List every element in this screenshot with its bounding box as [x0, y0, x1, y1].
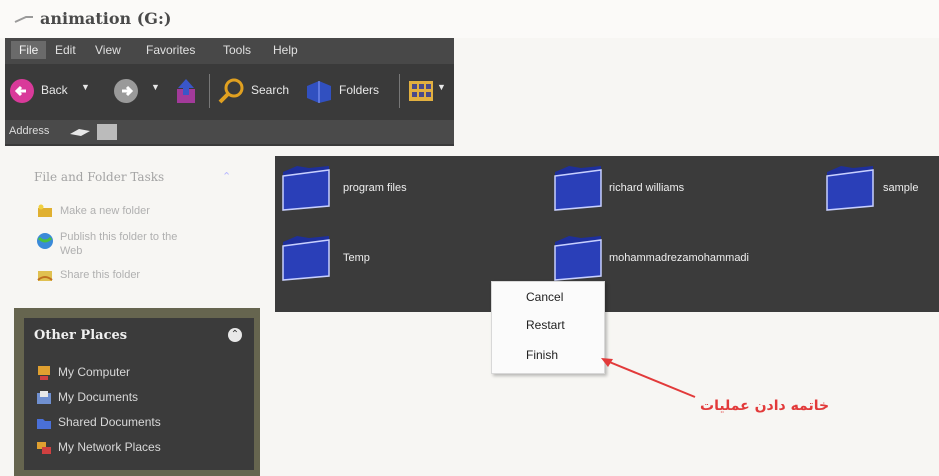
toolbar-area: File Edit View Favorites Tools Help Back… — [5, 38, 454, 146]
place-shared-documents[interactable]: Shared Documents — [36, 414, 236, 432]
place-label: My Network Places — [58, 440, 161, 454]
annotation-arrow — [601, 358, 696, 398]
menu-item-restart[interactable]: Restart — [526, 318, 565, 332]
folders-button[interactable]: Folders — [305, 76, 391, 106]
place-label: My Documents — [58, 390, 139, 404]
folders-label: Folders — [339, 83, 380, 97]
folder-label: richard williams — [609, 182, 685, 194]
task-item-label: Make a new folder — [60, 205, 150, 217]
button-bar: Back ▼ ▼ Search Folders ▼ — [5, 66, 454, 118]
forward-arrow-icon — [114, 79, 138, 103]
title-bar: animation (G:) — [0, 0, 939, 38]
folder-icon — [826, 166, 874, 211]
collapse-button-icon[interactable]: ⌃ — [228, 328, 242, 342]
back-dropdown-icon[interactable]: ▼ — [81, 82, 90, 92]
folder-label: program files — [343, 182, 407, 194]
up-folder-icon[interactable] — [173, 77, 199, 105]
share-folder-icon — [37, 271, 53, 281]
folder-view: program files richard williams sample Te… — [275, 156, 939, 312]
folder-item[interactable]: program files — [281, 162, 481, 216]
new-folder-icon — [38, 204, 52, 217]
place-my-network[interactable]: My Network Places — [36, 439, 236, 457]
globe-icon — [37, 233, 53, 249]
task-item-label: Web — [60, 245, 83, 257]
folder-label: mohammadrezamohammadi — [609, 252, 749, 264]
task-publish-folder[interactable]: Publish this folder to the Web — [36, 230, 236, 260]
folder-item[interactable]: richard williams — [553, 162, 753, 216]
search-label: Search — [251, 83, 290, 97]
folders-icon — [307, 81, 331, 103]
search-icon — [218, 78, 244, 104]
back-label: Back — [41, 83, 68, 97]
drive-icon — [14, 16, 33, 23]
folder-icon — [554, 236, 602, 281]
computer-icon — [38, 366, 50, 380]
back-arrow-icon — [10, 79, 34, 103]
documents-icon — [37, 391, 51, 404]
folder-icon — [282, 166, 330, 211]
folder-icon — [282, 236, 330, 281]
folder-item[interactable]: mohammadrezamohammadi — [553, 232, 813, 286]
place-my-computer[interactable]: My Computer — [36, 364, 236, 382]
folder-icon — [554, 166, 602, 211]
task-item-label: Publish this folder to the — [60, 231, 178, 243]
task-pane-title: File and Folder Tasks — [34, 170, 165, 184]
views-button[interactable]: ▼ — [407, 78, 447, 104]
task-make-folder[interactable]: Make a new folder — [36, 204, 236, 220]
annotation-text: خاتمه دادن عملیات — [700, 398, 830, 414]
task-item-label: Share this folder — [60, 269, 141, 281]
menu-bar: File Edit View Favorites Tools Help — [5, 38, 454, 64]
address-label: Address — [9, 125, 50, 137]
folder-item[interactable]: sample — [825, 162, 935, 216]
menu-help[interactable]: Help — [273, 43, 298, 57]
collapse-chevron-icon[interactable]: ⌃ — [222, 170, 231, 183]
task-share-folder[interactable]: Share this folder — [36, 268, 236, 284]
other-places-panel: Other Places ⌃ My Computer My Documents … — [14, 308, 260, 476]
other-places-title: Other Places — [34, 328, 128, 343]
forward-button[interactable]: ▼ — [113, 76, 165, 106]
task-pane: File and Folder Tasks ⌃ Make a new folde… — [28, 160, 252, 290]
address-input[interactable] — [97, 124, 117, 140]
address-bar: Address — [5, 120, 454, 144]
shared-folder-icon — [37, 419, 51, 429]
window-title: animation (G:) — [40, 9, 172, 28]
place-label: My Computer — [58, 365, 131, 379]
place-my-documents[interactable]: My Documents — [36, 389, 236, 407]
menu-favorites[interactable]: Favorites — [146, 43, 195, 57]
menu-file[interactable]: File — [11, 41, 47, 59]
folder-item[interactable]: Temp — [281, 232, 481, 286]
forward-dropdown-icon[interactable]: ▼ — [151, 82, 160, 92]
views-icon — [409, 81, 433, 101]
menu-item-finish[interactable]: Finish — [526, 348, 558, 362]
other-places-inner: Other Places ⌃ My Computer My Documents … — [24, 318, 254, 470]
folder-label: sample — [883, 182, 919, 194]
search-button[interactable]: Search — [217, 76, 297, 106]
folder-label: Temp — [343, 252, 370, 264]
toolbar-divider — [209, 74, 210, 108]
context-menu: Cancel Restart Finish — [491, 281, 605, 374]
place-label: Shared Documents — [58, 415, 161, 429]
menu-view[interactable]: View — [95, 43, 121, 57]
network-icon — [37, 442, 51, 454]
menu-tools[interactable]: Tools — [223, 43, 251, 57]
menu-edit[interactable]: Edit — [55, 43, 76, 57]
drive-icon — [70, 129, 90, 136]
back-button[interactable]: Back ▼ — [9, 76, 95, 106]
views-dropdown-icon[interactable]: ▼ — [437, 82, 446, 92]
menu-item-cancel[interactable]: Cancel — [526, 290, 563, 304]
toolbar-divider — [399, 74, 400, 108]
